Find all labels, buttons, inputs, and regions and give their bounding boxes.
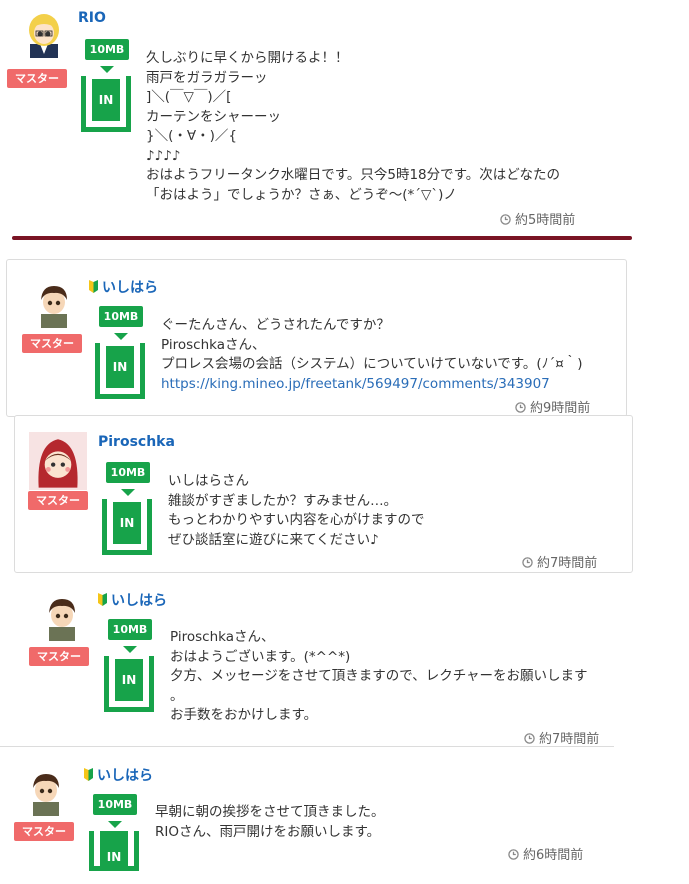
down-arrow-icon: [100, 66, 114, 73]
timestamp: 約7時間前: [522, 552, 597, 571]
capacity-direction: IN: [92, 79, 120, 121]
master-badge: マスター: [28, 491, 88, 510]
comment-line: お手数をおかけします。: [170, 707, 318, 723]
beginner-mark-icon: [89, 280, 98, 293]
capacity-indicator: 10MB IN: [89, 794, 139, 884]
comment-body: いしはらさん 雑談がすぎましたか？すみません…。 もっとわかりやすい内容を心がけ…: [168, 472, 425, 550]
master-badge: マスター: [7, 69, 67, 88]
master-badge: マスター: [14, 822, 74, 841]
comment-line: もっとわかりやすい内容を心がけますので: [168, 512, 425, 528]
comment-line: 。: [170, 687, 184, 704]
timestamp: 約6時間前: [508, 844, 583, 863]
username-link[interactable]: いしはら: [83, 765, 153, 785]
comment-line: RIOさん、雨戸開けをお願いします。: [155, 823, 381, 840]
capacity-amount-badge: 10MB: [106, 462, 150, 483]
clock-icon: [524, 733, 535, 744]
comment-line: 「おはよう」でしょうか？さぁ、どうぞ～(*´▽`)ノ: [146, 186, 457, 203]
comment-line: ぜひ談話室に遊びに来てください♪: [168, 531, 379, 548]
timestamp: 約5時間前: [500, 209, 575, 228]
comment-line: 早朝に朝の挨拶をさせて頂きました。: [155, 804, 385, 820]
user-avatar[interactable]: [38, 593, 86, 641]
username-link[interactable]: いしはら: [88, 277, 158, 297]
capacity-amount-badge: 10MB: [85, 39, 129, 60]
master-badge: マスター: [29, 647, 89, 666]
comment-line: 雑談がすぎましたか？すみません…。: [168, 492, 398, 509]
capacity-direction: IN: [100, 831, 128, 871]
capacity-indicator: 10MB IN: [81, 39, 131, 132]
user-avatar[interactable]: [20, 10, 68, 58]
beginner-mark-icon: [84, 768, 93, 781]
post-divider: [0, 746, 614, 747]
comment-line: 久しぶりに早くから開けるよ！！: [146, 50, 349, 66]
comment-line: ぐーたんさん、どうされたんですか？: [161, 317, 390, 333]
capacity-box: IN: [102, 499, 152, 555]
comment-line: ]＼(￣▽￣)／[: [146, 89, 232, 105]
capacity-amount-badge: 10MB: [93, 794, 137, 815]
timestamp: 約7時間前: [524, 728, 599, 747]
capacity-indicator: 10MB IN: [104, 619, 154, 712]
capacity-amount-badge: 10MB: [99, 306, 143, 327]
comment-line: Piroschkaさん、: [170, 629, 275, 645]
timestamp: 約9時間前: [515, 397, 590, 416]
username-link[interactable]: いしはら: [97, 590, 167, 610]
comment-line: Piroschkaさん、: [161, 336, 266, 353]
comment-line: 夕方、メッセージをさせて頂きますので、レクチャーをお願いします: [170, 668, 588, 684]
capacity-direction: IN: [106, 346, 134, 388]
capacity-box: IN: [89, 831, 139, 871]
master-badge: マスター: [22, 334, 82, 353]
username-link[interactable]: RIO: [78, 10, 106, 26]
comment-body: 早朝に朝の挨拶をさせて頂きました。 RIOさん、雨戸開けをお願いします。: [155, 803, 385, 842]
comment-link[interactable]: https://king.mineo.jp/freetank/569497/co…: [161, 376, 550, 392]
section-separator: [12, 236, 632, 240]
comment-line: いしはらさん: [168, 473, 249, 489]
username-link[interactable]: Piroschka: [98, 434, 175, 450]
capacity-amount-badge: 10MB: [108, 619, 152, 640]
down-arrow-icon: [123, 646, 137, 653]
comment-line: ♪♪♪♪: [146, 147, 181, 164]
comment-body: Piroschkaさん、 おはようございます。(*^^*) 夕方、メッセージをさ…: [170, 628, 588, 726]
down-arrow-icon: [114, 333, 128, 340]
capacity-direction: IN: [113, 502, 141, 544]
user-avatar[interactable]: [30, 280, 78, 328]
user-avatar[interactable]: [22, 768, 70, 816]
clock-icon: [522, 557, 533, 568]
capacity-direction: IN: [115, 659, 143, 701]
capacity-indicator: 10MB IN: [102, 462, 152, 555]
comment-line: 雨戸をガラガラーッ: [146, 69, 268, 86]
capacity-box: IN: [104, 656, 154, 712]
comment-line: }＼(・∀・)／{: [146, 128, 237, 144]
capacity-box: IN: [81, 76, 131, 132]
down-arrow-icon: [121, 489, 135, 496]
comment-line: おはようございます。(*^^*): [170, 648, 351, 665]
capacity-box: IN: [95, 343, 145, 399]
clock-icon: [500, 214, 511, 225]
down-arrow-icon: [108, 821, 122, 828]
comment-line: プロレス会場の会話（システム）についていけていないです。(ﾉ´¤｀): [161, 356, 583, 372]
capacity-indicator: 10MB IN: [95, 306, 145, 399]
comment-body: 久しぶりに早くから開けるよ！！ 雨戸をガラガラーッ ]＼(￣▽￣)／[ カーテン…: [146, 49, 560, 205]
comment-body: ぐーたんさん、どうされたんですか？ Piroschkaさん、 プロレス会場の会話…: [161, 316, 583, 394]
beginner-mark-icon: [98, 593, 107, 606]
clock-icon: [515, 402, 526, 413]
user-avatar[interactable]: [29, 432, 87, 490]
comment-line: カーテンをシャーーッ: [146, 108, 281, 125]
clock-icon: [508, 849, 519, 860]
comment-line: おはようフリータンク水曜日です。只今5時18分です。次はどなたの: [146, 167, 561, 183]
